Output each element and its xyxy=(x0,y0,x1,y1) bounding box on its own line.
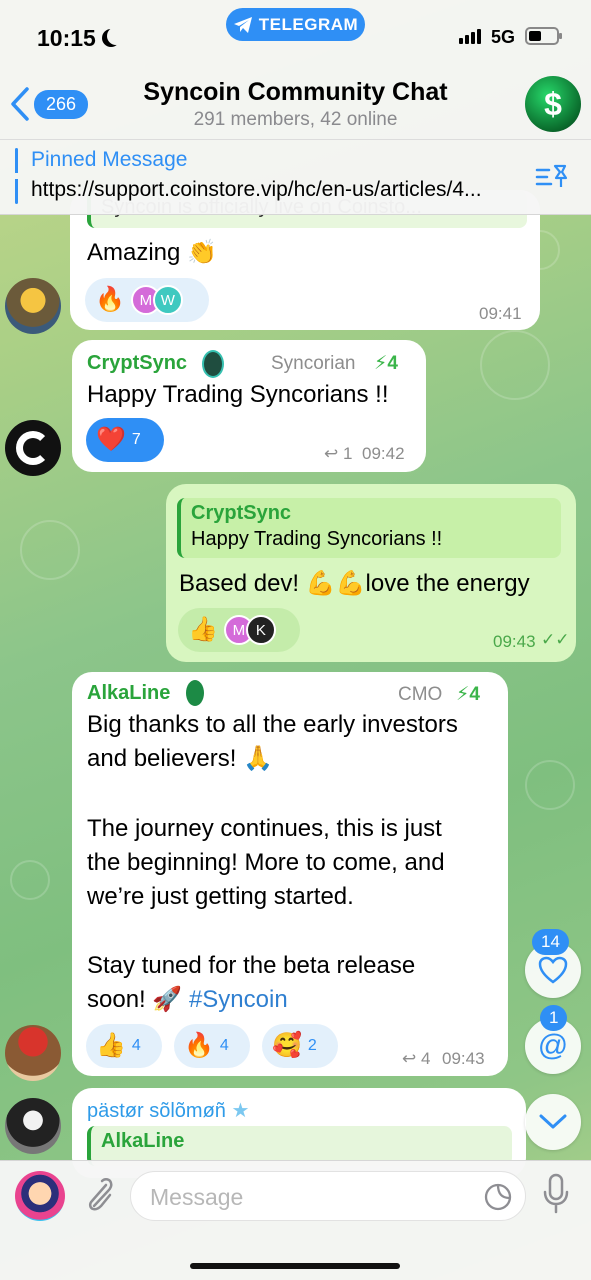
fire-emoji: 🔥 xyxy=(184,1032,214,1059)
message-line: and believers! 🙏 xyxy=(87,745,273,772)
likes-badge: 14 xyxy=(532,929,569,955)
pinned-title: Pinned Message xyxy=(31,148,188,171)
message-line: we’re just getting started. xyxy=(87,883,354,910)
user-avatar[interactable] xyxy=(5,278,61,334)
message-time: 09:42 xyxy=(362,444,405,463)
message-text: Amazing 👏 xyxy=(87,239,217,266)
reply-count[interactable]: ↩ 4 xyxy=(402,1049,430,1069)
chat-header: 10:15 TELEGRAM 5G 266 Syncoin Community … xyxy=(0,0,591,215)
chat-avatar[interactable]: $ xyxy=(525,76,581,132)
reaction-chip[interactable]: ❤️ 7 xyxy=(86,418,164,462)
message-line: The journey continues, this is just xyxy=(87,815,442,842)
user-avatar[interactable] xyxy=(5,1098,61,1154)
battery-icon xyxy=(525,27,562,45)
chevron-down-icon xyxy=(539,1114,567,1129)
boost-number: 4 xyxy=(387,353,398,374)
message-time: 09:41 xyxy=(479,304,522,323)
read-checkmarks-icon: ✓✓ xyxy=(541,630,570,649)
moon-icon xyxy=(107,27,125,45)
thumbs-up-emoji: 👍 xyxy=(188,616,218,643)
status-time: 10:15 xyxy=(37,25,96,51)
reaction-chip[interactable]: 🥰 2 xyxy=(262,1024,338,1068)
reaction-chip[interactable]: 🔥 4 xyxy=(174,1024,250,1068)
microphone-icon[interactable] xyxy=(541,1173,571,1215)
quote-sender: CryptSync xyxy=(191,502,292,524)
message-line: soon! 🚀 #Syncoin xyxy=(87,983,288,1017)
scroll-down-button[interactable] xyxy=(525,1094,581,1150)
hashtag-link[interactable]: #Syncoin xyxy=(189,986,288,1013)
telegram-pill[interactable]: TELEGRAM xyxy=(226,8,365,41)
reactor-avatar: W xyxy=(152,285,183,315)
pinned-accent xyxy=(15,148,18,204)
chat-subtitle: 291 members, 42 online xyxy=(193,109,398,130)
dollar-icon: $ xyxy=(544,85,562,122)
reply-count[interactable]: ↩ 1 xyxy=(324,444,352,464)
message-time: 09:43 xyxy=(493,632,536,651)
message-line-prefix: soon! 🚀 xyxy=(87,986,189,1013)
heart-emoji: ❤️ xyxy=(96,426,126,453)
message-line: Big thanks to all the early investors xyxy=(87,711,458,738)
verified-coin-icon xyxy=(202,350,224,378)
boost-count: ⚡4 xyxy=(374,353,398,374)
message-line: the beginning! More to come, and xyxy=(87,849,445,876)
message-time: 09:43 xyxy=(442,1049,485,1068)
reaction-count: 4 xyxy=(131,1037,141,1054)
send-as-avatar[interactable] xyxy=(15,1171,65,1221)
message-line: Stay tuned for the beta release xyxy=(87,952,416,979)
sender-role: Syncorian xyxy=(271,353,356,374)
heart-outline-icon xyxy=(538,956,568,984)
sender-name[interactable]: pästør sõlõmøñ ★ xyxy=(87,1098,249,1123)
reaction-count: 7 xyxy=(131,431,141,448)
home-indicator xyxy=(190,1263,400,1269)
chat-title[interactable]: Syncoin Community Chat xyxy=(0,78,591,107)
message-placeholder: Message xyxy=(150,1184,244,1210)
reaction-count: 4 xyxy=(219,1037,229,1054)
thumbs-up-emoji: 👍 xyxy=(96,1032,126,1059)
signal-icon xyxy=(459,29,481,44)
smiling-hearts-emoji: 🥰 xyxy=(272,1032,302,1059)
fire-emoji: 🔥 xyxy=(95,286,125,313)
sender-name[interactable]: AlkaLine xyxy=(87,682,170,705)
pinned-text: https://support.coinstore.vip/hc/en-us/a… xyxy=(31,178,482,201)
message-bubble[interactable]: CryptSync Syncorian ⚡4 Happy Trading Syn… xyxy=(72,340,426,472)
cryptsync-logo-icon xyxy=(16,431,50,465)
reaction-chip[interactable]: 👍 M K xyxy=(178,608,300,652)
user-avatar[interactable] xyxy=(5,420,61,476)
quote-sender: AlkaLine xyxy=(101,1130,185,1152)
verified-coin-icon xyxy=(186,680,204,706)
network-label: 5G xyxy=(491,27,516,47)
message-bubble[interactable]: AlkaLine CMO ⚡4 Big thanks to all the ea… xyxy=(72,672,508,1076)
reaction-chip[interactable]: 🔥 M W xyxy=(85,278,209,322)
reply-quote[interactable]: CryptSync Happy Trading Syncorians !! xyxy=(177,498,561,558)
quote-text: Happy Trading Syncorians !! xyxy=(191,528,443,550)
boost-number: 4 xyxy=(469,684,480,705)
sticker-icon[interactable] xyxy=(483,1182,513,1212)
reaction-count: 2 xyxy=(307,1037,317,1054)
telegram-label: TELEGRAM xyxy=(258,14,359,34)
message-text: Based dev! 💪💪love the energy xyxy=(179,570,530,597)
message-bubble-outgoing[interactable]: CryptSync Happy Trading Syncorians !! Ba… xyxy=(166,484,576,662)
star-icon: ★ xyxy=(231,1100,250,1122)
reaction-chip[interactable]: 👍 4 xyxy=(86,1024,162,1068)
user-avatar[interactable] xyxy=(5,1025,61,1081)
sender-name-text: pästør sõlõmøñ xyxy=(87,1100,226,1122)
message-text: Happy Trading Syncorians !! xyxy=(87,381,389,408)
pin-list-icon[interactable] xyxy=(535,162,569,190)
sender-role: CMO xyxy=(398,684,443,705)
reactor-avatar: K xyxy=(245,615,276,645)
paper-plane-icon xyxy=(233,16,252,33)
at-sign-icon: @ xyxy=(537,1029,569,1062)
paperclip-icon[interactable] xyxy=(80,1175,114,1215)
pinned-message-bar[interactable]: Pinned Message https://support.coinstore… xyxy=(0,139,591,215)
message-input[interactable]: Message xyxy=(130,1171,526,1221)
boost-count: ⚡4 xyxy=(456,684,480,705)
reply-number: 1 xyxy=(342,444,353,463)
sender-name[interactable]: CryptSync xyxy=(87,352,187,375)
composer-bar: Message xyxy=(0,1160,591,1280)
reply-number: 4 xyxy=(420,1049,431,1068)
